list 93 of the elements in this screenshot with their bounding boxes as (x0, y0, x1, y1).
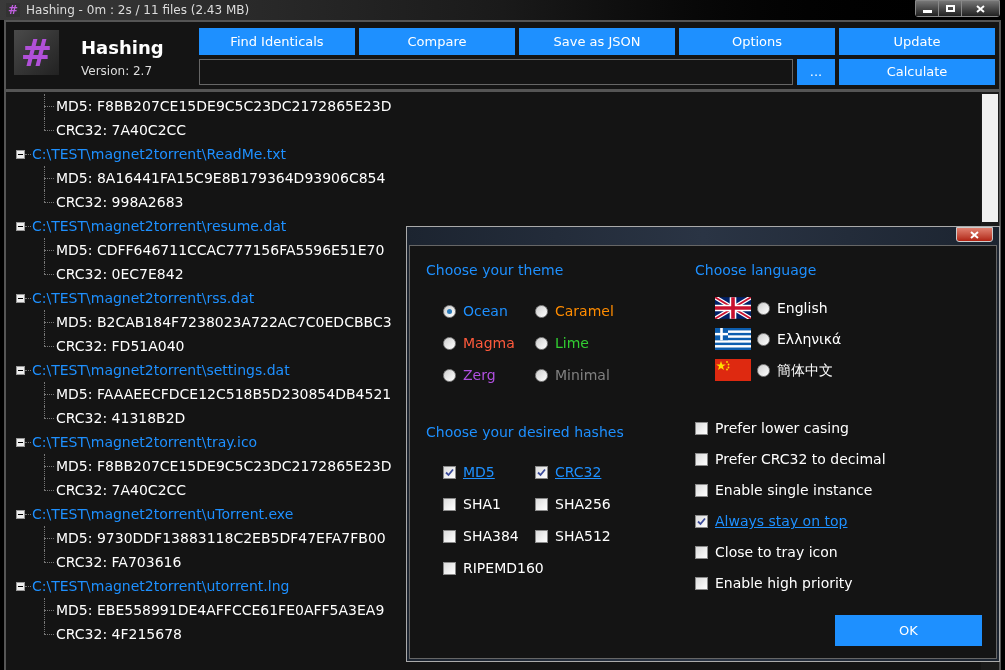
hash-value[interactable]: CRC32: 998A2683 (56, 191, 184, 213)
hash-value[interactable]: MD5: 8A16441FA15C9E8B179364D93906C854 (56, 167, 386, 189)
hash-value[interactable]: CRC32: FD51A040 (56, 335, 185, 357)
setting-label[interactable]: Enable single instance (715, 480, 873, 501)
collapse-toggle[interactable] (16, 581, 25, 591)
dialog-close-button[interactable] (956, 227, 993, 242)
hash-option-label[interactable]: CRC32 (555, 462, 602, 483)
checkbox[interactable] (535, 498, 548, 511)
section-heading: Choose language (695, 261, 818, 280)
collapse-toggle[interactable] (16, 221, 25, 231)
theme-label[interactable]: Zerg (463, 365, 496, 386)
chinese-flag-icon (715, 359, 751, 381)
hash-option-label[interactable]: SHA1 (463, 494, 501, 515)
setting-label[interactable]: Always stay on top (715, 511, 848, 532)
checkbox[interactable] (695, 515, 708, 528)
hash-value[interactable]: MD5: F8BB207CE15DE9C5C23DC2172865E23D (56, 95, 392, 117)
close-button[interactable] (962, 1, 999, 16)
theme-label[interactable]: Magma (463, 333, 515, 354)
minimize-button[interactable] (916, 1, 939, 16)
collapse-toggle[interactable] (16, 365, 25, 375)
app-logo: # (14, 30, 59, 75)
radio-button[interactable] (757, 332, 770, 346)
hash-value[interactable]: MD5: 9730DDF13883118C2EB5DF47EFA7FB00 (56, 527, 386, 549)
radio-button[interactable] (535, 337, 548, 350)
language-label[interactable]: English (777, 297, 828, 319)
maximize-button[interactable] (939, 1, 962, 16)
collapse-toggle[interactable] (16, 149, 25, 159)
hash-option-label[interactable]: RIPEMD160 (463, 558, 544, 579)
checkbox[interactable] (443, 530, 456, 543)
collapse-toggle[interactable] (16, 509, 25, 519)
hash-option-label[interactable]: SHA384 (463, 526, 519, 547)
app-name: Hashing (81, 36, 164, 60)
setting-label[interactable]: Prefer CRC32 to decimal (715, 449, 886, 470)
hash-option-label[interactable]: MD5 (463, 462, 495, 483)
path-field[interactable] (199, 59, 793, 85)
file-path[interactable]: C:\TEST\magnet2torrent\uTorrent.exe (32, 503, 294, 525)
close-icon (970, 230, 979, 239)
theme-label[interactable]: Ocean (463, 301, 508, 322)
hash-value[interactable]: MD5: B2CAB184F7238023A722AC7C0EDCBBC3 (56, 311, 392, 333)
file-path[interactable]: C:\TEST\magnet2torrent\tray.ico (32, 431, 258, 453)
hash-value[interactable]: MD5: F8BB207CE15DE9C5C23DC2172865E23D (56, 455, 392, 477)
file-path[interactable]: C:\TEST\magnet2torrent\utorrent.lng (32, 575, 290, 597)
scroll-thumb[interactable] (982, 94, 998, 222)
radio-button[interactable] (443, 337, 456, 350)
file-path[interactable]: C:\TEST\magnet2torrent\settings.dat (32, 359, 290, 381)
theme-label[interactable]: Lime (555, 333, 589, 354)
theme-label[interactable]: Caramel (555, 301, 614, 322)
radio-button[interactable] (757, 301, 770, 315)
hash-value[interactable]: MD5: CDFF646711CCAC777156FA5596E51E70 (56, 239, 385, 261)
radio-button[interactable] (535, 369, 548, 382)
hash-value[interactable]: CRC32: 7A40C2CC (56, 479, 187, 501)
hash-value[interactable]: CRC32: 41318B2D (56, 407, 186, 429)
checkbox[interactable] (695, 484, 708, 497)
theme-label[interactable]: Minimal (555, 365, 610, 386)
collapse-toggle[interactable] (16, 293, 25, 303)
language-label[interactable]: 簡体中文 (777, 359, 833, 381)
checkbox[interactable] (535, 530, 548, 543)
setting-label[interactable]: Enable high priority (715, 573, 853, 594)
app-icon: # (6, 3, 20, 17)
hash-value[interactable]: MD5: FAAAEECFDCE12C518B5D230854DB4521 (56, 383, 392, 405)
hash-option-label[interactable]: SHA512 (555, 526, 611, 547)
radio-button[interactable] (757, 363, 770, 377)
hash-value[interactable]: CRC32: 7A40C2CC (56, 119, 187, 141)
setting-label[interactable]: Prefer lower casing (715, 418, 849, 439)
section-heading: Choose your theme (426, 261, 565, 280)
hash-value[interactable]: CRC32: FA703616 (56, 551, 182, 573)
hash-value[interactable]: CRC32: 0EC7E842 (56, 263, 184, 285)
file-path[interactable]: C:\TEST\magnet2torrent\rss.dat (32, 287, 255, 309)
window-title: Hashing - 0m : 2s / 11 files (2.43 MB) (26, 2, 250, 19)
radio-button[interactable] (535, 305, 548, 318)
checkbox[interactable] (443, 466, 456, 479)
uk-flag-icon (715, 297, 751, 319)
file-path[interactable]: C:\TEST\magnet2torrent\ReadMe.txt (32, 143, 287, 165)
version-label: Version: 2.7 (81, 63, 154, 80)
checkbox[interactable] (695, 453, 708, 466)
collapse-toggle[interactable] (16, 437, 25, 447)
setting-label[interactable]: Close to tray icon (715, 542, 838, 563)
radio-button[interactable] (443, 305, 456, 318)
checkbox[interactable] (443, 498, 456, 511)
radio-button[interactable] (443, 369, 456, 382)
checkbox[interactable] (443, 562, 456, 575)
file-path[interactable]: C:\TEST\magnet2torrent\resume.dat (32, 215, 287, 237)
checkbox[interactable] (695, 422, 708, 435)
hash-value[interactable]: CRC32: 4F215678 (56, 623, 182, 645)
section-heading: Choose your desired hashes (426, 423, 625, 442)
checkbox[interactable] (535, 466, 548, 479)
checkbox[interactable] (695, 546, 708, 559)
hash-value[interactable]: MD5: EBE558991DE4AFFCCE61FE0AFF5A3EA9 (56, 599, 385, 621)
close-icon (976, 4, 985, 13)
hash-option-label[interactable]: SHA256 (555, 494, 611, 515)
checkbox[interactable] (695, 577, 708, 590)
language-label[interactable]: Ελληνικά (777, 328, 842, 350)
greek-flag-icon (715, 328, 751, 350)
